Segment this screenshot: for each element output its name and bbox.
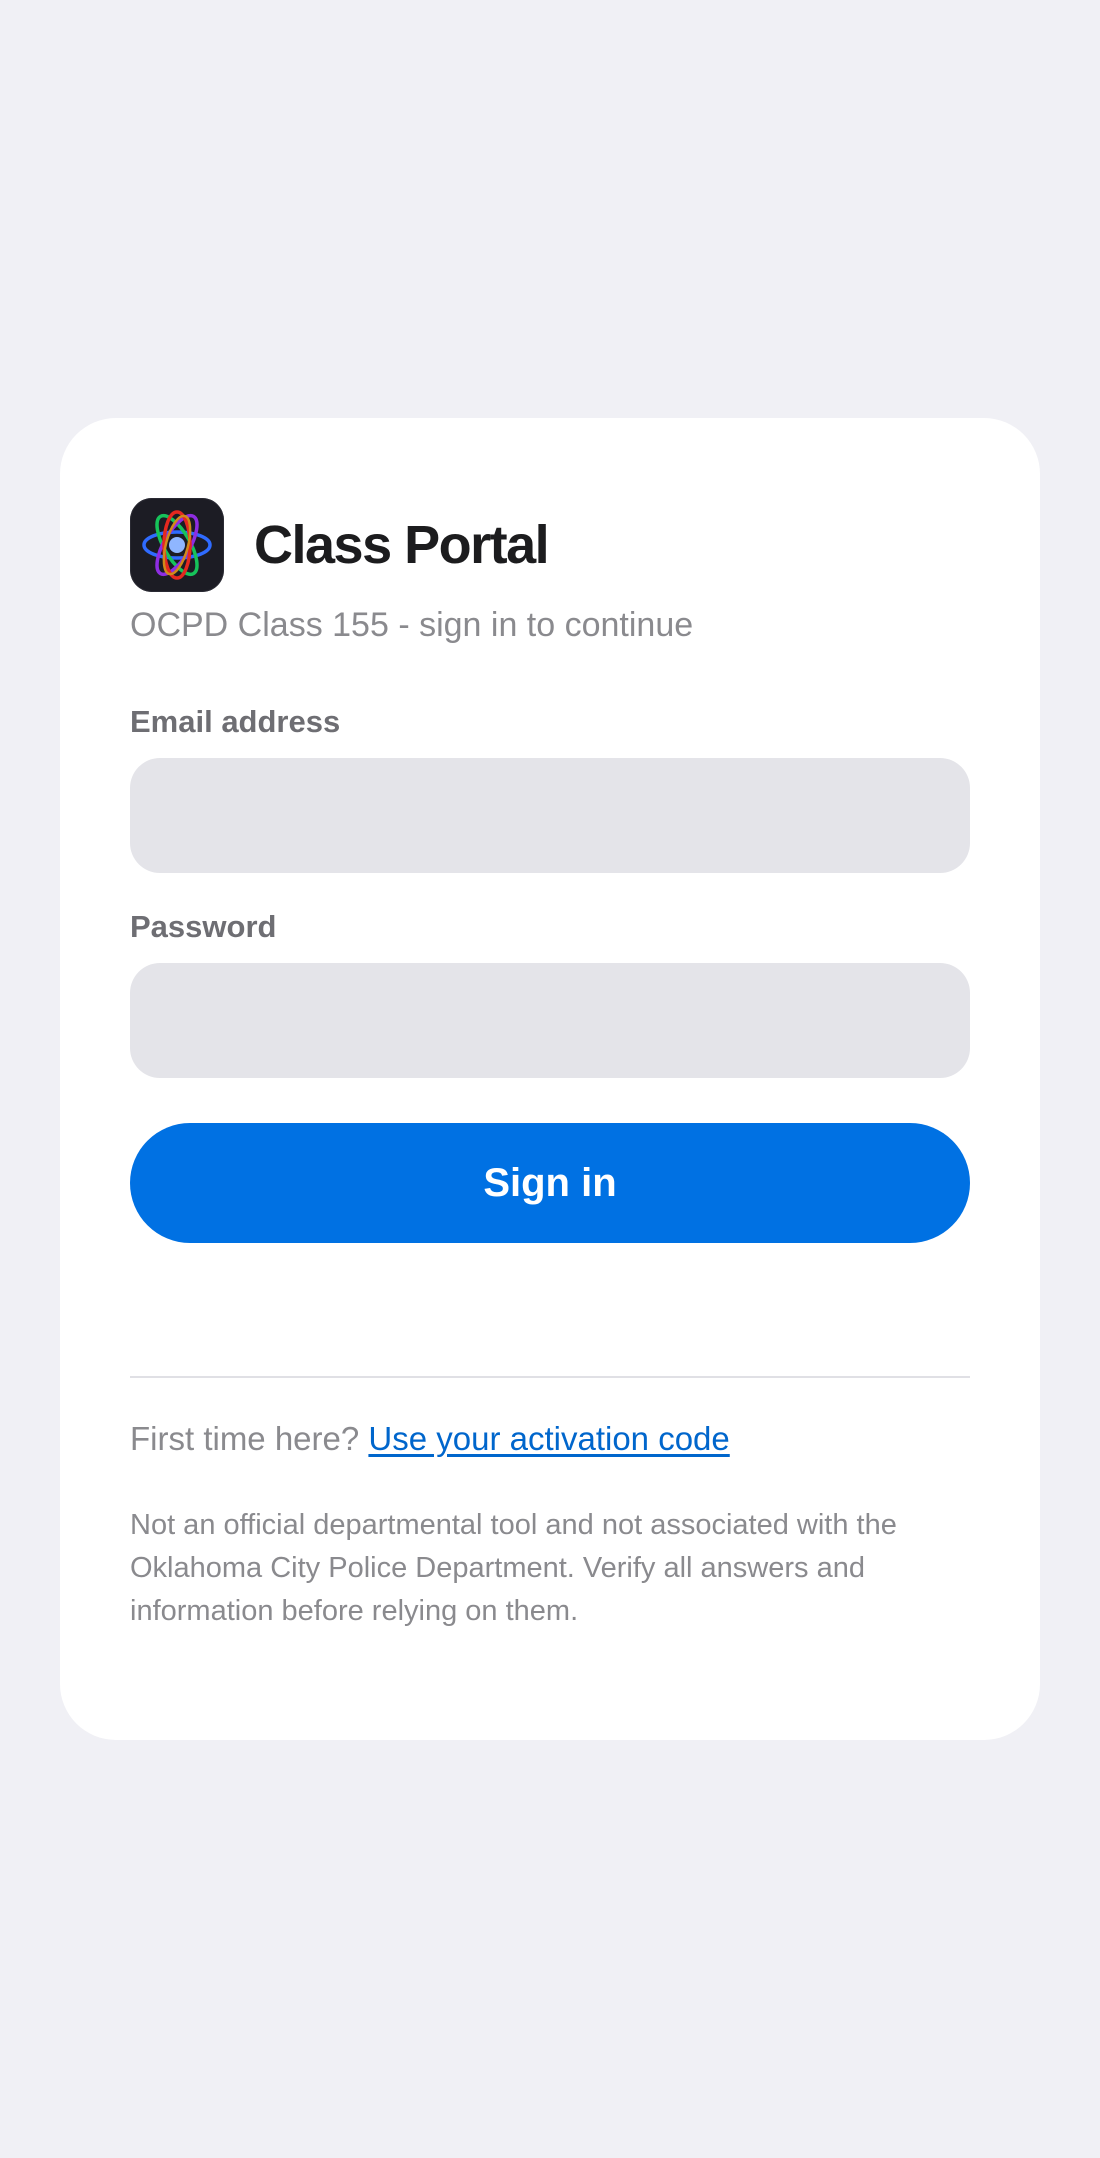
first-time-row: First time here? Use your activation cod… — [130, 1420, 730, 1458]
email-field[interactable] — [130, 758, 970, 873]
disclaimer-text: Not an official departmental tool and no… — [130, 1509, 897, 1627]
email-label: Email address — [130, 704, 341, 739]
login-card: Class Portal OCPD Class 155 - sign in to… — [60, 418, 1040, 1740]
page-subtitle: OCPD Class 155 - sign in to continue — [130, 606, 694, 644]
password-label: Password — [130, 909, 277, 944]
sign-in-button[interactable]: Sign in — [130, 1123, 970, 1243]
password-field[interactable] — [130, 963, 970, 1078]
activation-code-link[interactable]: Use your activation code — [368, 1420, 729, 1457]
first-time-text: First time here? — [130, 1420, 360, 1457]
atom-icon — [130, 498, 224, 592]
divider — [130, 1376, 970, 1378]
app-title: Class Portal — [254, 515, 550, 575]
brand-header: Class Portal — [130, 498, 550, 592]
